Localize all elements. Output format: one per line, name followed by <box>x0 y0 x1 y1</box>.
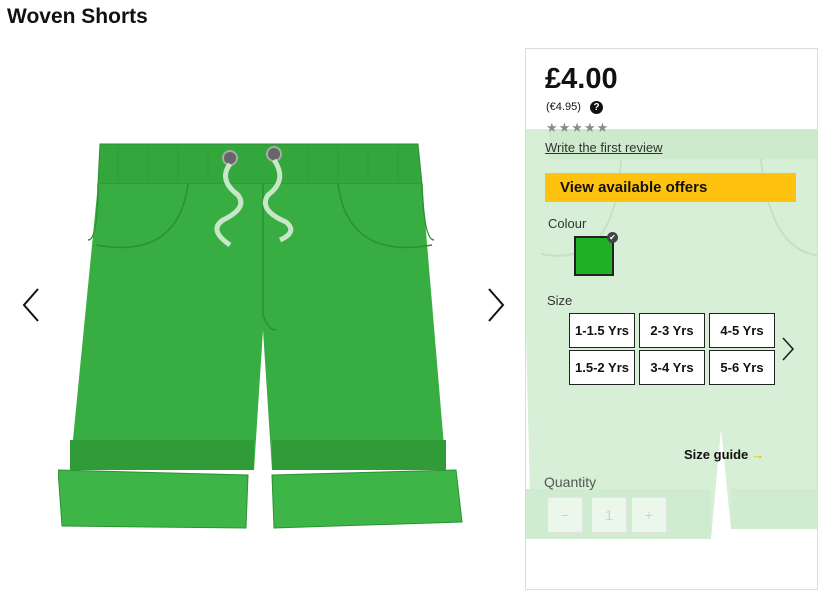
price: £4.00 <box>545 63 618 95</box>
size-options: 1-1.5 Yrs 2-3 Yrs 4-5 Yrs 1.5-2 Yrs 3-4 … <box>569 313 779 385</box>
size-option[interactable]: 1.5-2 Yrs <box>569 350 635 385</box>
check-icon: ✔ <box>607 232 618 243</box>
size-option[interactable]: 1-1.5 Yrs <box>569 313 635 348</box>
quantity-increase-button[interactable]: + <box>631 497 667 533</box>
arrow-right-icon: → <box>751 447 765 462</box>
size-option[interactable]: 5-6 Yrs <box>709 350 775 385</box>
write-review-link[interactable]: Write the first review <box>545 140 663 155</box>
quantity-input[interactable]: 1 <box>591 497 627 533</box>
gallery-prev-button[interactable] <box>18 285 48 325</box>
quantity-decrease-button[interactable]: − <box>547 497 583 533</box>
chevron-right-icon <box>782 337 795 361</box>
size-guide-link[interactable]: Size guide → <box>684 447 764 462</box>
colour-swatch-green[interactable]: ✔ <box>574 232 618 276</box>
colour-label: Colour <box>548 216 587 231</box>
product-details-panel: £4.00 (€4.95) ? ★★★★★ Write the first re… <box>525 48 818 590</box>
chevron-left-icon <box>22 288 39 322</box>
view-offers-button[interactable]: View available offers <box>545 173 796 202</box>
product-title: Woven Shorts <box>7 5 148 28</box>
question-circle-icon[interactable]: ? <box>590 101 603 114</box>
size-option[interactable]: 4-5 Yrs <box>709 313 775 348</box>
size-label: Size <box>547 293 573 308</box>
chevron-right-icon <box>488 288 505 322</box>
size-option[interactable]: 2-3 Yrs <box>639 313 705 348</box>
rating-stars: ★★★★★ <box>546 120 610 135</box>
gallery-next-button[interactable] <box>481 285 511 325</box>
alternate-currency-price: (€4.95) <box>546 101 581 113</box>
quantity-label: Quantity <box>544 474 597 490</box>
product-image <box>57 140 468 530</box>
size-next-button[interactable] <box>780 336 796 362</box>
size-guide-label: Size guide <box>684 447 749 462</box>
size-option[interactable]: 3-4 Yrs <box>639 350 705 385</box>
